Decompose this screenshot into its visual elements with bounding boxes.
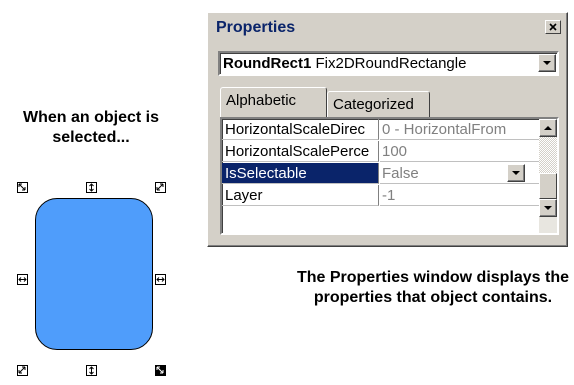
resize-handle-top-left[interactable]	[17, 182, 28, 193]
selected-object-caption: When an object is selected...	[22, 109, 159, 146]
chevron-down-icon	[512, 171, 520, 175]
close-icon	[549, 23, 557, 31]
resize-handle-bottom-right[interactable]	[155, 365, 166, 376]
object-selector-combo[interactable]: RoundRect1 Fix2DRoundRectangle	[218, 51, 559, 76]
resize-handle-top[interactable]	[86, 182, 97, 193]
property-name: HorizontalScaleDirec	[222, 119, 379, 140]
scroll-thumb[interactable]	[539, 173, 557, 199]
resize-diagonal-icon	[156, 183, 164, 191]
window-title: Properties	[216, 19, 296, 36]
property-name: IsSelectable	[222, 163, 379, 184]
property-row[interactable]: HorizontalScalePerce 100	[222, 141, 557, 163]
vertical-scrollbar[interactable]	[539, 119, 557, 233]
property-name: Layer	[222, 185, 379, 206]
round-rectangle-object[interactable]	[35, 198, 153, 350]
scroll-up-button[interactable]	[539, 119, 557, 137]
property-value[interactable]: 100	[380, 141, 557, 162]
resize-horizontal-icon	[156, 277, 165, 282]
tab-alphabetic[interactable]: Alphabetic	[220, 87, 327, 117]
resize-handle-left[interactable]	[17, 274, 28, 285]
property-row[interactable]: HorizontalScaleDirec 0 - HorizontalFrom	[222, 119, 557, 141]
tab-categorized[interactable]: Categorized	[327, 91, 430, 117]
property-value[interactable]: 0 - HorizontalFrom	[380, 119, 557, 140]
scroll-down-icon	[544, 206, 552, 210]
property-grid: HorizontalScaleDirec 0 - HorizontalFrom …	[220, 117, 559, 235]
value-dropdown-button[interactable]	[507, 164, 525, 182]
property-value[interactable]: False	[380, 163, 557, 184]
resize-horizontal-icon	[18, 277, 27, 282]
chevron-down-icon	[543, 61, 551, 65]
object-selector-dropdown[interactable]	[538, 54, 556, 72]
properties-titlebar[interactable]: Properties	[212, 17, 563, 39]
resize-handle-top-right[interactable]	[155, 182, 166, 193]
scroll-track[interactable]	[539, 137, 557, 173]
resize-handle-bottom[interactable]	[86, 365, 97, 376]
scroll-down-button[interactable]	[539, 199, 557, 217]
properties-window: Properties RoundRect1 Fix2DRoundRectangl…	[207, 12, 568, 247]
resize-diagonal-icon	[18, 366, 26, 374]
resize-handle-right[interactable]	[155, 274, 166, 285]
property-row[interactable]: Layer -1	[222, 185, 557, 207]
resize-vertical-icon	[89, 183, 94, 192]
object-name: RoundRect1	[223, 55, 312, 72]
resize-handle-bottom-left[interactable]	[17, 365, 28, 376]
close-button[interactable]	[545, 20, 561, 34]
rotate-handle-icon	[156, 366, 164, 374]
resize-vertical-icon	[89, 366, 94, 375]
properties-caption: The Properties window displays the prope…	[296, 269, 570, 306]
resize-diagonal-icon	[18, 183, 26, 191]
property-name: HorizontalScalePerce	[222, 141, 379, 162]
scroll-up-icon	[544, 126, 552, 130]
object-type: Fix2DRoundRectangle	[315, 55, 467, 72]
property-row-selected[interactable]: IsSelectable False	[222, 163, 557, 185]
property-value[interactable]: -1	[380, 185, 557, 206]
